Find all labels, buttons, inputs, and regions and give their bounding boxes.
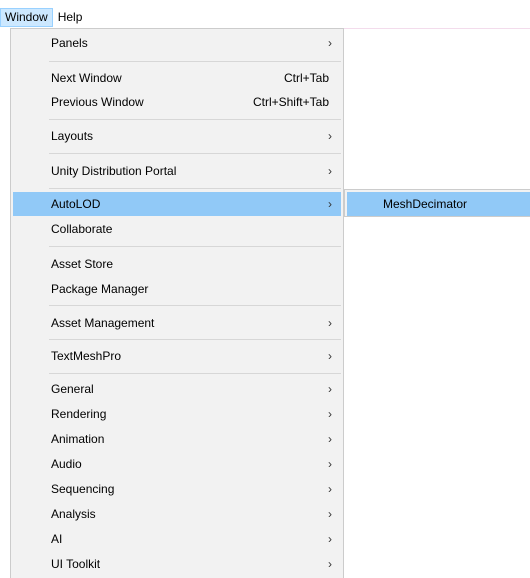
- menu-item-label: Asset Management: [51, 316, 155, 330]
- chevron-right-icon: ›: [328, 164, 332, 178]
- menu-item-textmeshpro[interactable]: TextMeshPro ›: [13, 344, 341, 368]
- menu-item-rendering[interactable]: Rendering ›: [13, 402, 341, 426]
- menu-item-label: Rendering: [51, 407, 107, 421]
- menu-separator: [49, 119, 341, 120]
- menu-item-label: Unity Distribution Portal: [51, 164, 177, 178]
- menu-item-label: Asset Store: [51, 257, 114, 271]
- menu-item-label: AI: [51, 532, 63, 546]
- menu-separator: [49, 305, 341, 306]
- menu-separator: [49, 246, 341, 247]
- window-border-line: [344, 28, 530, 29]
- menu-item-shortcut: Ctrl+Shift+Tab: [252, 95, 329, 109]
- menu-bar: Window Help: [0, 8, 87, 27]
- menu-item-layouts[interactable]: Layouts ›: [13, 124, 341, 148]
- menu-item-unity-distribution-portal[interactable]: Unity Distribution Portal ›: [13, 159, 341, 183]
- menu-item-label: Layouts: [51, 129, 94, 143]
- menu-item-collaborate[interactable]: Collaborate: [13, 217, 341, 241]
- chevron-right-icon: ›: [328, 557, 332, 571]
- chevron-right-icon: ›: [328, 482, 332, 496]
- menu-item-animation[interactable]: Animation ›: [13, 427, 341, 451]
- chevron-right-icon: ›: [328, 129, 332, 143]
- chevron-right-icon: ›: [328, 532, 332, 546]
- menu-separator: [49, 61, 341, 62]
- menu-item-previous-window[interactable]: Previous Window Ctrl+Shift+Tab: [13, 90, 341, 114]
- chevron-right-icon: ›: [328, 316, 332, 330]
- menu-separator: [49, 153, 341, 154]
- menu-item-asset-management[interactable]: Asset Management ›: [13, 311, 341, 335]
- menubar-help[interactable]: Help: [53, 8, 88, 27]
- menu-item-label: General: [51, 382, 94, 396]
- chevron-right-icon: ›: [328, 457, 332, 471]
- menu-item-label: Panels: [51, 36, 88, 50]
- menu-item-label: TextMeshPro: [51, 349, 122, 363]
- menu-separator: [49, 373, 341, 374]
- menu-item-label: UI Toolkit: [51, 557, 101, 571]
- menu-item-panels[interactable]: Panels ›: [13, 31, 341, 55]
- menu-item-label: Sequencing: [51, 482, 115, 496]
- window-menu-dropdown: Panels › Next Window Ctrl+Tab Previous W…: [10, 28, 344, 578]
- chevron-right-icon: ›: [328, 407, 332, 421]
- menu-item-next-window[interactable]: Next Window Ctrl+Tab: [13, 66, 341, 90]
- menu-separator: [49, 188, 341, 189]
- chevron-right-icon: ›: [328, 432, 332, 446]
- page: Window Help Panels › Next Window Ctrl+Ta…: [0, 0, 530, 578]
- chevron-right-icon: ›: [328, 197, 332, 211]
- menu-item-label: Analysis: [51, 507, 96, 521]
- menu-item-label: AutoLOD: [51, 197, 101, 211]
- chevron-right-icon: ›: [328, 36, 332, 50]
- menu-item-asset-store[interactable]: Asset Store: [13, 252, 341, 276]
- menu-item-label: Collaborate: [51, 222, 113, 236]
- menu-item-label: Audio: [51, 457, 82, 471]
- chevron-right-icon: ›: [328, 382, 332, 396]
- autolod-submenu: MeshDecimator: [344, 189, 530, 217]
- menu-item-general[interactable]: General ›: [13, 377, 341, 401]
- menu-item-label: Animation: [51, 432, 105, 446]
- submenu-item-meshdecimator[interactable]: MeshDecimator: [347, 192, 530, 216]
- menu-item-label: Next Window: [51, 71, 122, 85]
- chevron-right-icon: ›: [328, 349, 332, 363]
- menu-separator: [49, 339, 341, 340]
- menu-item-autolod[interactable]: AutoLOD ›: [13, 192, 341, 216]
- menu-item-shortcut: Ctrl+Tab: [283, 71, 329, 85]
- menubar-window[interactable]: Window: [0, 8, 53, 27]
- menu-item-label: Previous Window: [51, 95, 144, 109]
- menu-item-analysis[interactable]: Analysis ›: [13, 502, 341, 526]
- menu-item-package-manager[interactable]: Package Manager: [13, 277, 341, 301]
- menu-item-sequencing[interactable]: Sequencing ›: [13, 477, 341, 501]
- menu-item-ai[interactable]: AI ›: [13, 527, 341, 551]
- menu-item-ui-toolkit[interactable]: UI Toolkit ›: [13, 552, 341, 576]
- menu-item-label: Package Manager: [51, 282, 149, 296]
- menu-item-audio[interactable]: Audio ›: [13, 452, 341, 476]
- submenu-item-label: MeshDecimator: [383, 197, 468, 211]
- chevron-right-icon: ›: [328, 507, 332, 521]
